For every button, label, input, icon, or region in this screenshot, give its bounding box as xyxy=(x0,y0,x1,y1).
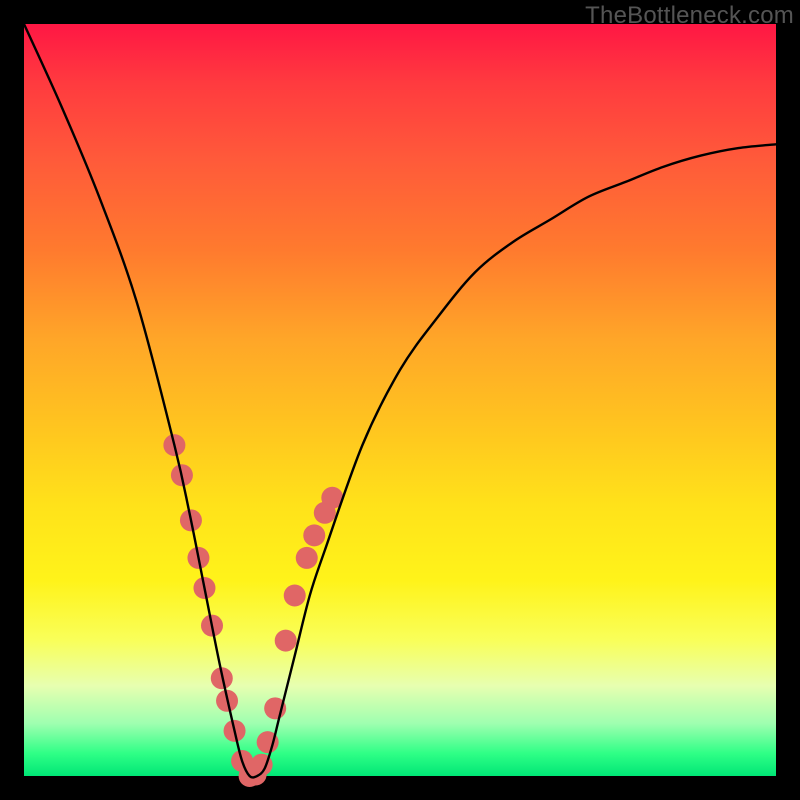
marker-point xyxy=(303,524,325,546)
plot-area xyxy=(24,24,776,776)
chart-frame: TheBottleneck.com xyxy=(0,0,800,800)
curve-svg xyxy=(24,24,776,776)
bottleneck-curve xyxy=(24,24,776,777)
marker-point xyxy=(275,630,297,652)
marker-point xyxy=(284,585,306,607)
marker-point xyxy=(296,547,318,569)
marker-layer xyxy=(163,434,343,787)
